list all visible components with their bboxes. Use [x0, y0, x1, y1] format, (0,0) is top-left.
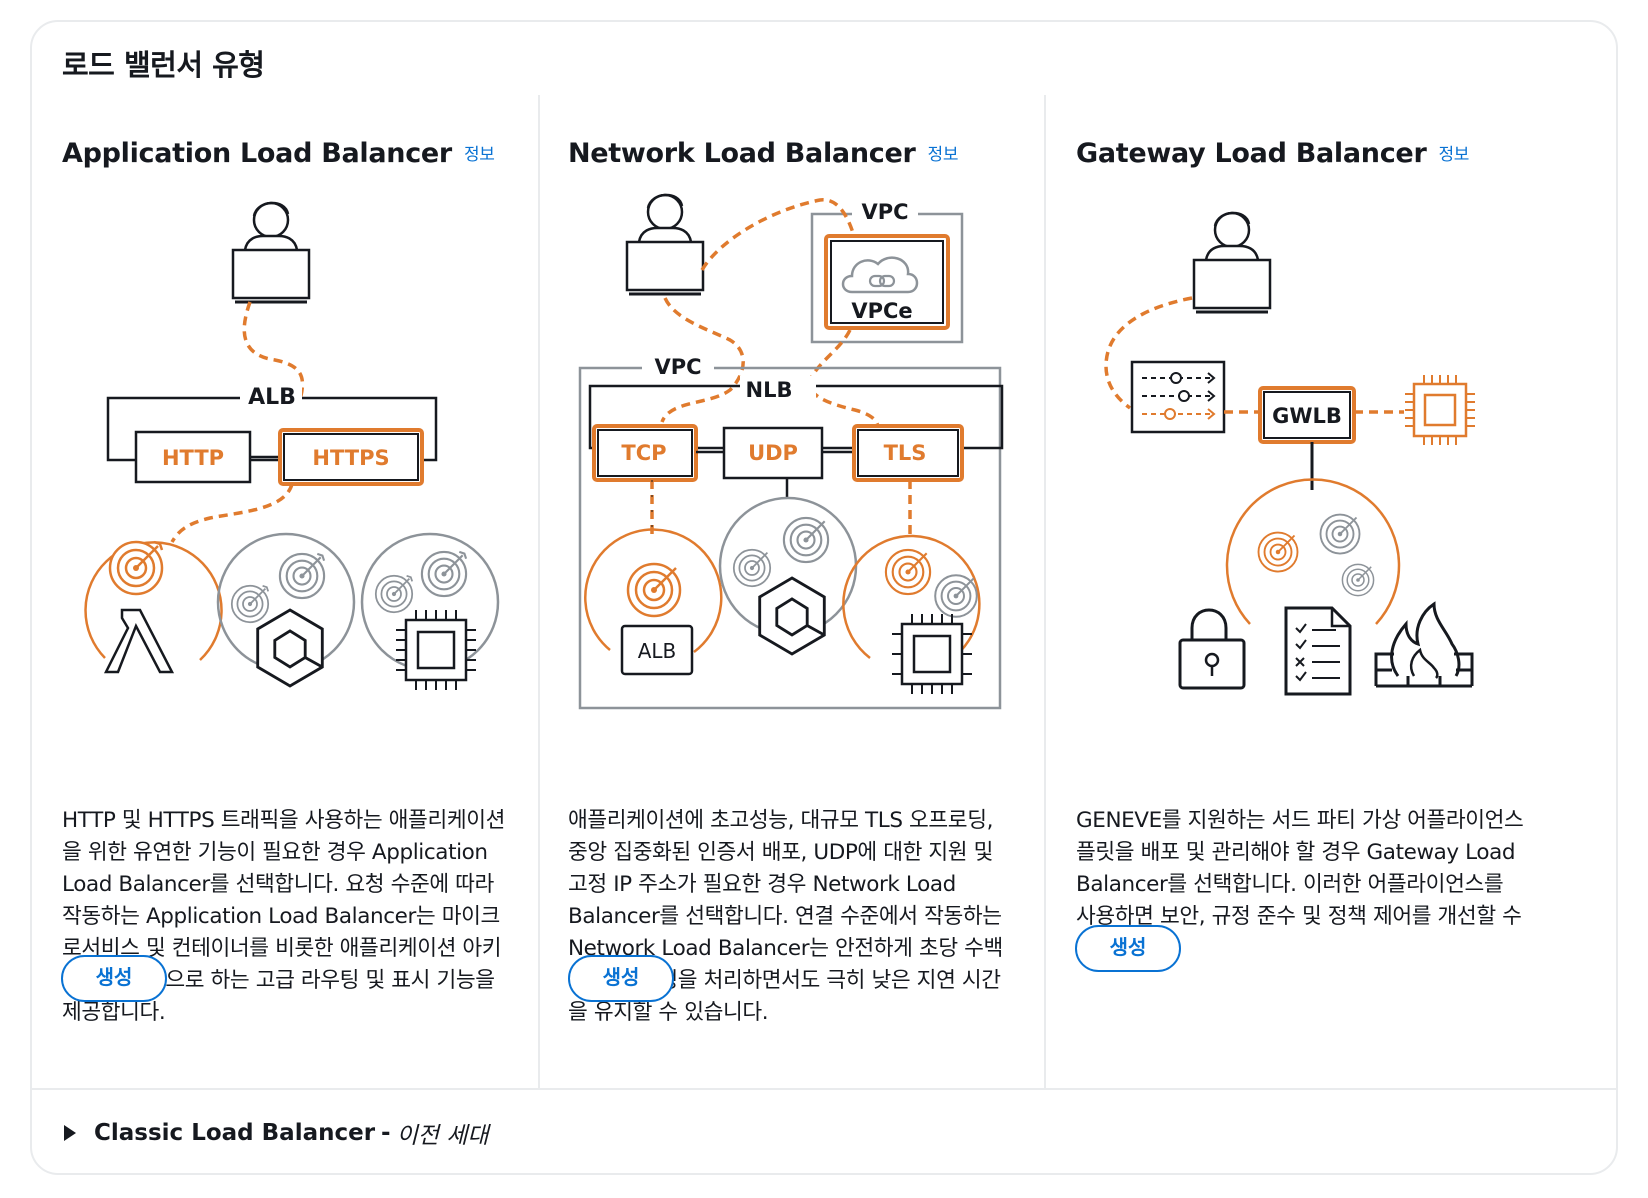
panel-title: 로드 밸런서 유형 — [62, 48, 265, 82]
lock-icon — [1178, 608, 1246, 690]
caret-right-icon — [64, 1125, 76, 1141]
chip-icon — [892, 614, 972, 694]
target-icon — [108, 540, 164, 596]
target-icon — [230, 584, 270, 624]
https-label: HTTPS — [312, 446, 389, 470]
classic-generation: 이전 세대 — [396, 1123, 489, 1149]
target-icon — [934, 574, 978, 618]
alb-title: Application Load Balancer — [62, 138, 452, 169]
nlb-card-title: Network Load Balancer 정보 — [568, 138, 959, 169]
alb-create-button[interactable]: 생성 — [61, 955, 167, 1002]
target-icon — [1341, 563, 1375, 597]
gwlb-create-button[interactable]: 생성 — [1075, 925, 1181, 972]
classic-separator: - — [381, 1120, 391, 1146]
target-icon — [884, 548, 932, 596]
nlb-group-label: NLB — [746, 378, 793, 402]
target-icon — [1319, 513, 1361, 555]
tls-label: TLS — [884, 441, 927, 465]
gwlb-diagram: GWLB — [1104, 211, 1475, 696]
nlb-create-button[interactable]: 생성 — [568, 955, 674, 1002]
http-label: HTTP — [162, 446, 224, 470]
target-icon — [374, 574, 414, 614]
classic-load-balancer-expander[interactable]: Classic Load Balancer - 이전 세대 — [64, 1116, 489, 1150]
target-icon — [782, 516, 830, 564]
user-laptop-icon — [625, 193, 705, 296]
user-laptop-icon — [231, 201, 311, 304]
alb-diagram: ALB HTTP HTTPS — [84, 201, 500, 692]
user-laptop-icon — [1192, 211, 1272, 314]
gwlb-title: Gateway Load Balancer — [1076, 138, 1427, 169]
target-icon — [278, 552, 326, 600]
section-divider — [30, 1088, 1618, 1090]
vpc-top-label: VPC — [861, 200, 908, 224]
nlb-diagram: VPC VPCe VPC NLB TCP UDP TLS ALB — [578, 193, 1004, 710]
appliance-target-group — [1225, 478, 1401, 625]
target-icon — [732, 548, 772, 588]
target-icon — [420, 550, 468, 598]
alb-target-label: ALB — [638, 639, 677, 663]
gwlb-info-link[interactable]: 정보 — [1438, 145, 1469, 165]
classic-name: Classic Load Balancer — [94, 1120, 376, 1146]
vpc-label: VPC — [654, 355, 701, 379]
tcp-label: TCP — [621, 441, 666, 465]
target-icon — [1257, 531, 1299, 573]
alb-info-link[interactable]: 정보 — [464, 145, 495, 165]
compliance-document-icon — [1284, 606, 1352, 696]
firewall-icon — [1374, 601, 1474, 688]
container-icon — [758, 576, 826, 656]
chip-icon — [394, 608, 478, 692]
alb-group-label: ALB — [248, 385, 296, 410]
appliance-filter-icon — [1130, 360, 1226, 434]
lambda-icon — [103, 608, 175, 674]
chip-icon — [1405, 375, 1475, 445]
column-divider — [538, 95, 540, 1090]
container-icon — [256, 608, 324, 688]
nlb-title: Network Load Balancer — [568, 138, 916, 169]
column-divider — [1044, 95, 1046, 1090]
gwlb-label: GWLB — [1272, 404, 1342, 428]
nlb-info-link[interactable]: 정보 — [928, 145, 959, 165]
udp-label: UDP — [748, 441, 798, 465]
vpce-label: VPCe — [851, 299, 912, 323]
alb-card-title: Application Load Balancer 정보 — [62, 138, 495, 169]
target-icon — [626, 562, 682, 618]
gwlb-card-title: Gateway Load Balancer 정보 — [1076, 138, 1469, 169]
